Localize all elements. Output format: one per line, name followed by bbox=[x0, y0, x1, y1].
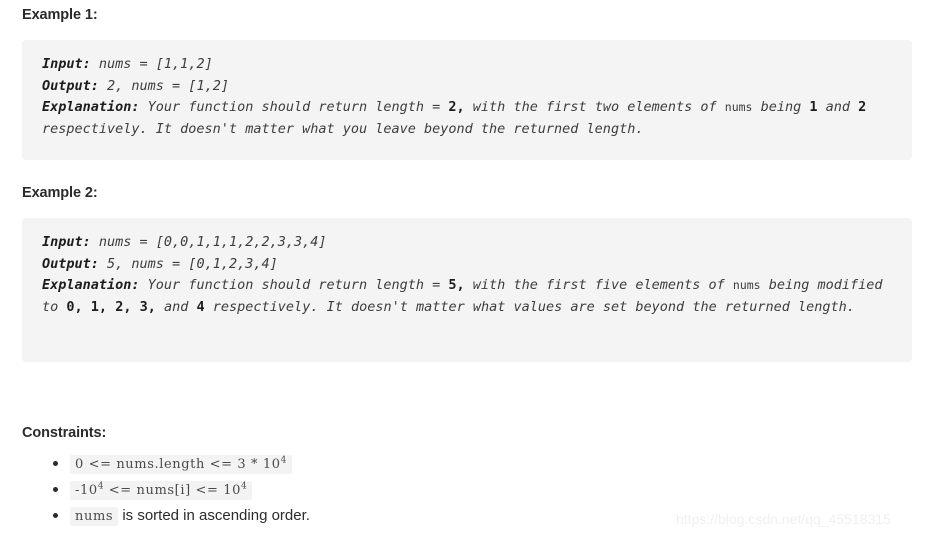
explanation-text-4: and bbox=[817, 99, 859, 115]
explanation-text-4 bbox=[83, 299, 91, 315]
explanation-text-3: being bbox=[752, 99, 810, 115]
explanation-text-6 bbox=[131, 299, 139, 315]
explanation-bold-6: 4 bbox=[196, 298, 205, 315]
explanation-bold-5: 3, bbox=[139, 298, 156, 315]
example-2-input-line: Input: nums = [0,0,1,1,1,2,2,3,3,4] bbox=[42, 232, 892, 254]
explanation-label: Explanation: bbox=[42, 277, 140, 293]
constraint-item-3: nums is sorted in ascending order. bbox=[53, 504, 310, 528]
constraint-item-2: -104 <= nums[i] <= 104 bbox=[53, 478, 310, 502]
example-2-explanation-line: Explanation: Your function should return… bbox=[42, 275, 892, 318]
input-value: nums = [1,1,2] bbox=[90, 56, 213, 72]
input-label: Input: bbox=[42, 234, 91, 250]
explanation-bold-1: 5, bbox=[448, 277, 465, 293]
constraint-code-nums: nums bbox=[70, 507, 119, 526]
output-label: Output: bbox=[42, 255, 99, 272]
explanation-inline-code-nums: nums bbox=[724, 100, 753, 114]
explanation-bold-3: 1, bbox=[90, 298, 108, 315]
constraints-list: 0 <= nums.length <= 3 * 104 -104 <= nums… bbox=[22, 452, 310, 530]
explanation-text-1: Your function should return length = bbox=[139, 277, 449, 293]
exponent: 4 bbox=[280, 455, 287, 466]
output-label: Output: bbox=[42, 77, 99, 94]
explanation-text-2: with the first two elements of bbox=[464, 99, 725, 115]
input-value: nums = [0,0,1,1,1,2,2,3,3,4] bbox=[90, 234, 327, 250]
example-1-explanation-line: Explanation: Your function should return… bbox=[42, 97, 892, 140]
explanation-label: Explanation: bbox=[42, 99, 140, 115]
example-1-heading: Example 1: bbox=[22, 7, 98, 23]
explanation-bold-2: 0, bbox=[66, 298, 83, 315]
explanation-bold-2: 1 bbox=[809, 99, 818, 115]
exponent: 4 bbox=[240, 481, 248, 492]
explanation-text-5 bbox=[107, 299, 115, 315]
example-2-output-line: Output: 5, nums = [0,1,2,3,4] bbox=[42, 254, 892, 276]
output-value: 5, nums = [0,1,2,3,4] bbox=[98, 255, 278, 272]
explanation-text-7: and bbox=[155, 298, 197, 315]
watermark: https://blog.csdn.net/qq_45518315 bbox=[676, 511, 891, 527]
explanation-inline-code-nums: nums bbox=[732, 278, 761, 292]
example-1-input-line: Input: nums = [1,1,2] bbox=[42, 54, 892, 76]
explanation-text-8: respectively. It doesn't matter what val… bbox=[204, 298, 855, 315]
output-value: 2, nums = [1,2] bbox=[98, 77, 229, 94]
example-1-code-block: Input: nums = [1,1,2] Output: 2, nums = … bbox=[22, 40, 912, 160]
constraints-heading: Constraints: bbox=[22, 425, 107, 441]
explanation-text-1: Your function should return length = bbox=[139, 99, 449, 115]
problem-description-page: Example 1: Input: nums = [1,1,2] Output:… bbox=[0, 0, 936, 541]
example-2-heading: Example 2: bbox=[22, 185, 98, 201]
example-1-output-line: Output: 2, nums = [1,2] bbox=[42, 76, 892, 98]
constraint-code-value-range: -104 <= nums[i] <= 104 bbox=[70, 481, 253, 500]
explanation-bold-3: 2 bbox=[858, 99, 867, 115]
explanation-text-2: with the first five elements of bbox=[464, 277, 733, 293]
input-label: Input: bbox=[42, 56, 91, 72]
constraint-text-sorted: is sorted in ascending order. bbox=[118, 507, 310, 524]
example-2-code-block: Input: nums = [0,0,1,1,1,2,2,3,3,4] Outp… bbox=[22, 218, 912, 362]
explanation-bold-4: 2, bbox=[115, 298, 132, 315]
explanation-bold-1: 2, bbox=[448, 99, 465, 115]
constraint-code-length-range: 0 <= nums.length <= 3 * 104 bbox=[70, 455, 292, 474]
explanation-text-5: respectively. It doesn't matter what you… bbox=[42, 120, 644, 137]
constraint-item-1: 0 <= nums.length <= 3 * 104 bbox=[53, 452, 310, 476]
